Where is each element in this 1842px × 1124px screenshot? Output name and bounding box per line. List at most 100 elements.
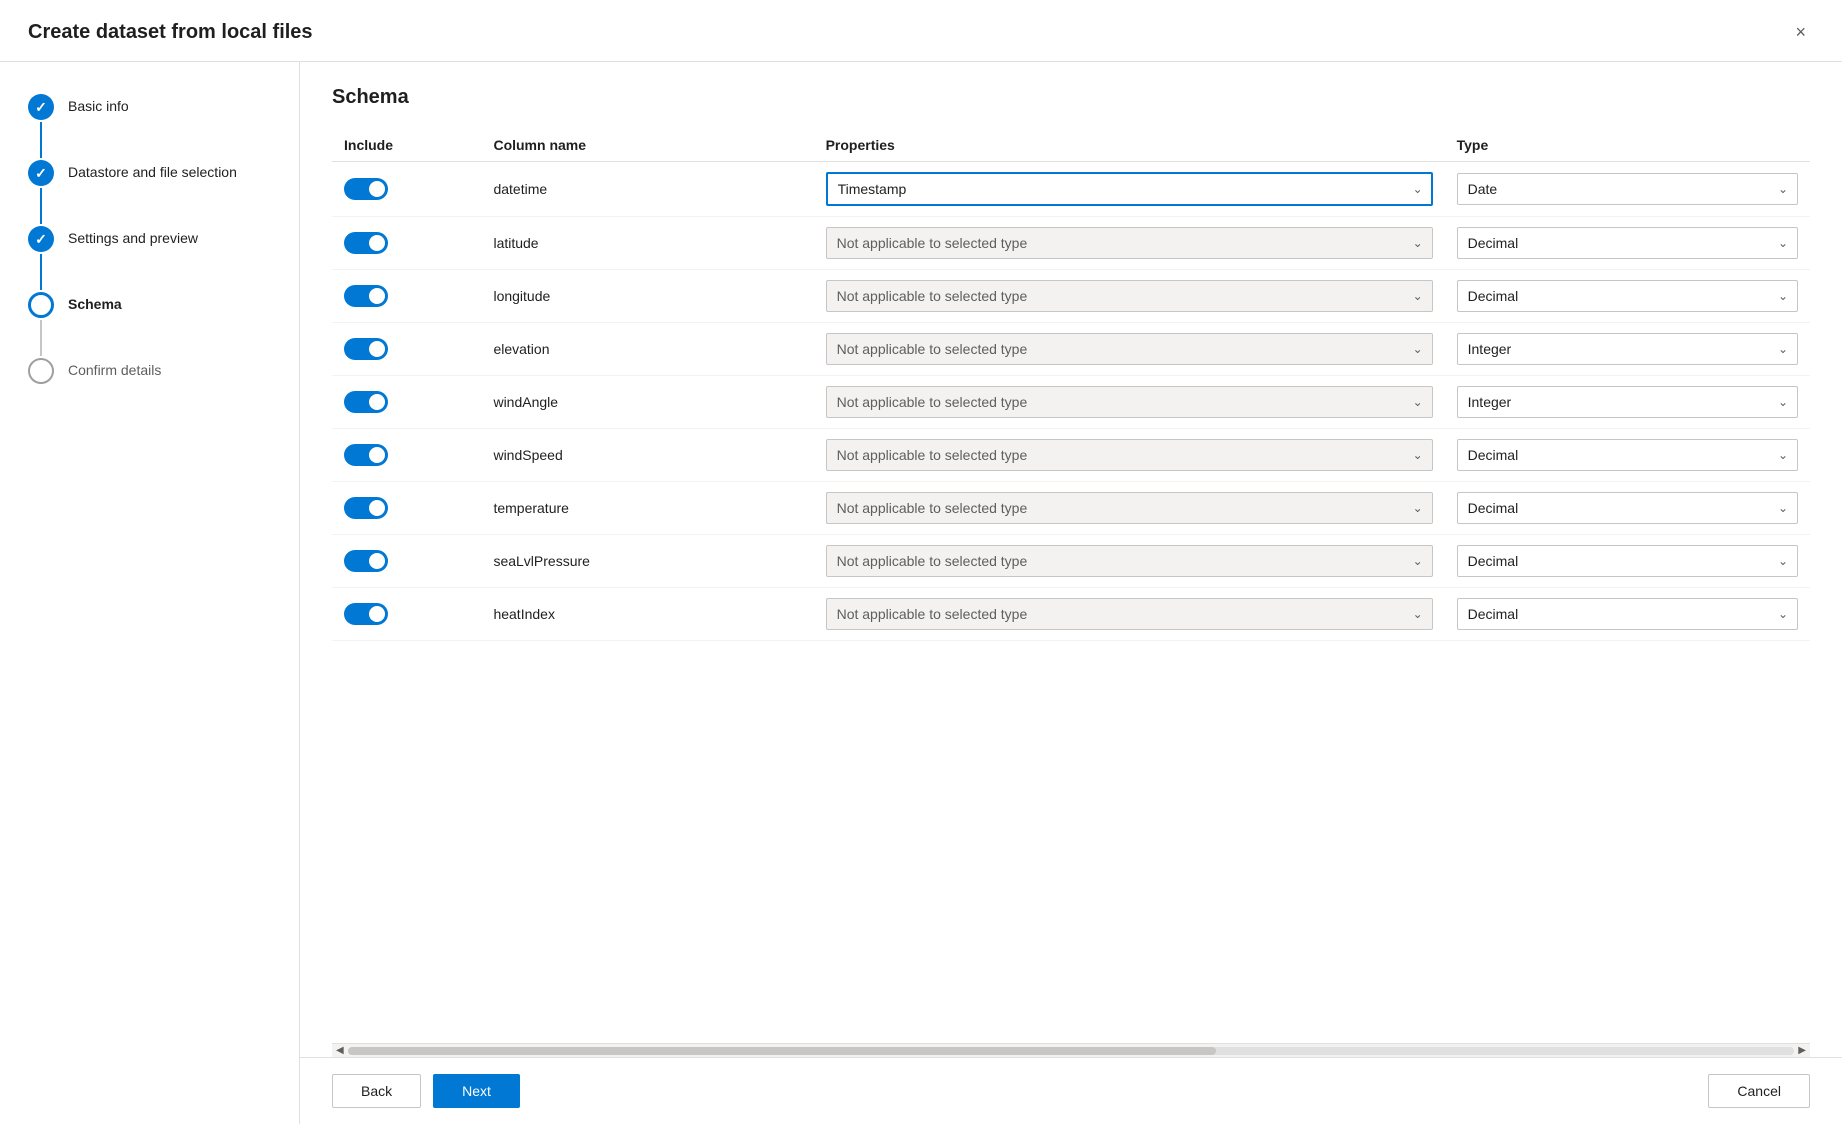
type-cell-latitude: DateDecimalIntegerStringBoolean⌄: [1445, 217, 1810, 270]
toggle-thumb-elevation: [369, 341, 385, 357]
prop-wrapper-heatIndex: TimestampNot applicable to selected type…: [826, 598, 1433, 630]
prop-select-temperature[interactable]: TimestampNot applicable to selected type: [826, 492, 1433, 524]
type-select-latitude[interactable]: DateDecimalIntegerStringBoolean: [1457, 227, 1798, 259]
close-button[interactable]: ×: [1787, 18, 1814, 47]
step-connector-1: ✓: [28, 94, 54, 160]
toggle-cell-seaLvlPressure: [332, 535, 481, 588]
step-line-2: [40, 188, 42, 224]
type-wrapper-datetime: DateDecimalIntegerStringBoolean⌄: [1457, 173, 1798, 205]
toggle-cell-datetime: [332, 162, 481, 217]
prop-cell-seaLvlPressure: TimestampNot applicable to selected type…: [814, 535, 1445, 588]
toggle-track-seaLvlPressure: [344, 550, 388, 572]
scroll-thumb[interactable]: [348, 1047, 1216, 1055]
toggle-elevation[interactable]: [344, 338, 388, 360]
horizontal-scrollbar[interactable]: ◀ ▶: [332, 1043, 1810, 1057]
type-select-datetime[interactable]: DateDecimalIntegerStringBoolean: [1457, 173, 1798, 205]
scroll-left-arrow[interactable]: ◀: [336, 1045, 344, 1056]
prop-select-seaLvlPressure[interactable]: TimestampNot applicable to selected type: [826, 545, 1433, 577]
prop-select-windAngle[interactable]: TimestampNot applicable to selected type: [826, 386, 1433, 418]
type-select-temperature[interactable]: DateDecimalIntegerStringBoolean: [1457, 492, 1798, 524]
type-select-seaLvlPressure[interactable]: DateDecimalIntegerStringBoolean: [1457, 545, 1798, 577]
step-label-schema: Schema: [68, 292, 122, 312]
toggle-datetime[interactable]: [344, 178, 388, 200]
scroll-right-arrow[interactable]: ▶: [1798, 1045, 1806, 1056]
prop-select-longitude[interactable]: TimestampNot applicable to selected type: [826, 280, 1433, 312]
type-select-windAngle[interactable]: DateDecimalIntegerStringBoolean: [1457, 386, 1798, 418]
dialog-header: Create dataset from local files ×: [0, 0, 1842, 62]
step-icon-confirm: [28, 358, 54, 384]
type-cell-windSpeed: DateDecimalIntegerStringBoolean⌄: [1445, 429, 1810, 482]
table-row: longitude TimestampNot applicable to sele…: [332, 270, 1810, 323]
col-header-type: Type: [1445, 129, 1810, 162]
sidebar-item-settings[interactable]: ✓ Settings and preview: [28, 226, 271, 292]
prop-select-elevation[interactable]: TimestampNot applicable to selected type: [826, 333, 1433, 365]
sidebar-item-datastore[interactable]: ✓ Datastore and file selection: [28, 160, 271, 226]
table-row: temperatureTimestampNot applicable to se…: [332, 482, 1810, 535]
dialog-footer: Back Next Cancel: [300, 1057, 1842, 1124]
toggle-cell-heatIndex: [332, 588, 481, 641]
toggle-temperature[interactable]: [344, 497, 388, 519]
checkmark-icon-3: ✓: [35, 231, 47, 248]
type-select-windSpeed[interactable]: DateDecimalIntegerStringBoolean: [1457, 439, 1798, 471]
type-wrapper-windAngle: DateDecimalIntegerStringBoolean⌄: [1457, 386, 1798, 418]
cancel-button[interactable]: Cancel: [1708, 1074, 1810, 1108]
prop-wrapper-seaLvlPressure: TimestampNot applicable to selected type…: [826, 545, 1433, 577]
toggle-thumb-windSpeed: [369, 447, 385, 463]
prop-cell-temperature: TimestampNot applicable to selected type…: [814, 482, 1445, 535]
prop-wrapper-longitude: TimestampNot applicable to selected type…: [826, 280, 1433, 312]
col-name-latitude: latitude: [481, 217, 813, 270]
main-content: Schema Include Column name Properties Ty…: [300, 62, 1842, 1124]
back-button[interactable]: Back: [332, 1074, 421, 1108]
prop-wrapper-windAngle: TimestampNot applicable to selected type…: [826, 386, 1433, 418]
prop-select-windSpeed[interactable]: TimestampNot applicable to selected type: [826, 439, 1433, 471]
toggle-windSpeed[interactable]: [344, 444, 388, 466]
type-select-longitude[interactable]: DateDecimalIntegerStringBoolean: [1457, 280, 1798, 312]
step-label-basic-info: Basic info: [68, 94, 129, 114]
table-row: windSpeedTimestampNot applicable to sele…: [332, 429, 1810, 482]
toggle-track-temperature: [344, 497, 388, 519]
toggle-latitude[interactable]: [344, 232, 388, 254]
toggle-windAngle[interactable]: [344, 391, 388, 413]
prop-cell-windSpeed: TimestampNot applicable to selected type…: [814, 429, 1445, 482]
col-name-longitude: longitude: [481, 270, 813, 323]
step-connector-4: [28, 292, 54, 358]
prop-cell-windAngle: TimestampNot applicable to selected type…: [814, 376, 1445, 429]
prop-select-datetime[interactable]: TimestampNot applicable to selected type: [826, 172, 1433, 206]
col-header-include: Include: [332, 129, 481, 162]
toggle-track-longitude: [344, 285, 388, 307]
prop-select-latitude[interactable]: TimestampNot applicable to selected type: [826, 227, 1433, 259]
type-select-heatIndex[interactable]: DateDecimalIntegerStringBoolean: [1457, 598, 1798, 630]
table-row: datetimeTimestampNot applicable to selec…: [332, 162, 1810, 217]
step-icon-basic-info: ✓: [28, 94, 54, 120]
sidebar-item-basic-info[interactable]: ✓ Basic info: [28, 94, 271, 160]
table-row: heatIndexTimestampNot applicable to sele…: [332, 588, 1810, 641]
toggle-track-heatIndex: [344, 603, 388, 625]
type-select-elevation[interactable]: DateDecimalIntegerStringBoolean: [1457, 333, 1798, 365]
next-button[interactable]: Next: [433, 1074, 520, 1108]
toggle-heatIndex[interactable]: [344, 603, 388, 625]
type-wrapper-heatIndex: DateDecimalIntegerStringBoolean⌄: [1457, 598, 1798, 630]
col-header-properties: Properties: [814, 129, 1445, 162]
schema-table-container[interactable]: Include Column name Properties Type date…: [332, 129, 1810, 1043]
prop-cell-heatIndex: TimestampNot applicable to selected type…: [814, 588, 1445, 641]
type-cell-temperature: DateDecimalIntegerStringBoolean⌄: [1445, 482, 1810, 535]
toggle-thumb-datetime: [369, 181, 385, 197]
toggle-cell-windAngle: [332, 376, 481, 429]
col-name-seaLvlPressure: seaLvlPressure: [481, 535, 813, 588]
prop-cell-elevation: TimestampNot applicable to selected type…: [814, 323, 1445, 376]
toggle-thumb-windAngle: [369, 394, 385, 410]
step-label-settings: Settings and preview: [68, 226, 198, 246]
sidebar-item-confirm[interactable]: Confirm details: [28, 358, 271, 384]
sidebar-item-schema[interactable]: Schema: [28, 292, 271, 358]
step-line-1: [40, 122, 42, 158]
toggle-longitude[interactable]: [344, 285, 388, 307]
scroll-track[interactable]: [348, 1047, 1795, 1055]
toggle-cell-windSpeed: [332, 429, 481, 482]
type-wrapper-elevation: DateDecimalIntegerStringBoolean⌄: [1457, 333, 1798, 365]
schema-table-body: datetimeTimestampNot applicable to selec…: [332, 162, 1810, 641]
toggle-seaLvlPressure[interactable]: [344, 550, 388, 572]
type-wrapper-temperature: DateDecimalIntegerStringBoolean⌄: [1457, 492, 1798, 524]
schema-title: Schema: [332, 86, 1810, 109]
prop-select-heatIndex[interactable]: TimestampNot applicable to selected type: [826, 598, 1433, 630]
toggle-cell-temperature: [332, 482, 481, 535]
